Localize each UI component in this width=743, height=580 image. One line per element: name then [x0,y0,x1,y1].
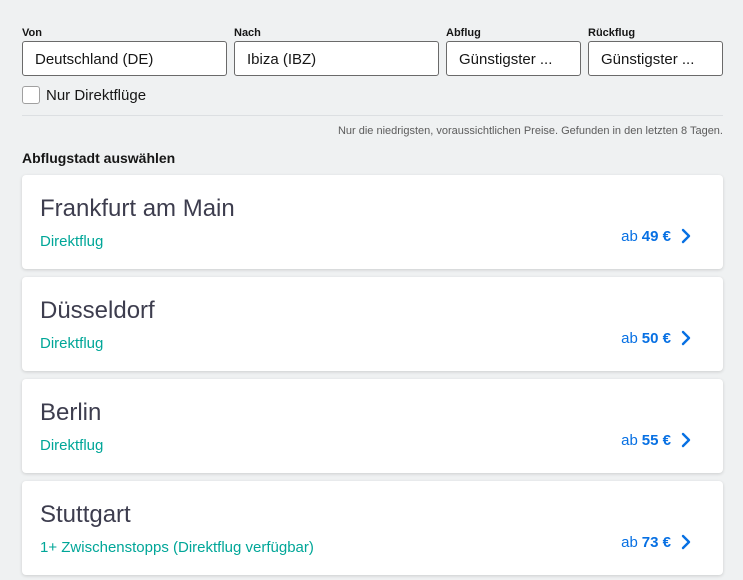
price-amount: 55 € [641,432,671,449]
depart-date-field[interactable]: Günstigster ... [446,41,581,76]
city-card-berlin[interactable]: Berlin Direktflug ab 55 € [22,379,723,473]
chevron-right-icon [681,330,691,346]
price-disclaimer: Nur die niedrigsten, voraussichtlichen P… [337,125,723,137]
stops-info: Direktflug [40,437,104,454]
return-label: Rückflug [588,27,636,39]
price-prefix: ab [621,534,638,551]
chevron-right-icon [681,432,691,448]
direct-only-checkbox[interactable] [22,86,40,104]
divider [22,115,723,116]
price-amount: 73 € [641,534,671,551]
stops-info: Direktflug [40,335,104,352]
section-title: Abflugstadt auswählen [22,150,176,166]
city-card-duesseldorf[interactable]: Düsseldorf Direktflug ab 50 € [22,277,723,371]
stops-info: Direktflug [40,233,104,250]
to-label: Nach [234,27,261,39]
chevron-right-icon [681,228,691,244]
depart-label: Abflug [446,27,481,39]
price-prefix: ab [621,330,638,347]
from-label: Von [22,27,42,39]
city-name: Stuttgart [40,501,131,528]
from-field[interactable]: Deutschland (DE) [22,41,227,76]
direct-only-label: Nur Direktflüge [46,86,147,104]
city-name: Berlin [40,399,102,426]
stops-info: 1+ Zwischenstopps (Direktflug verfügbar) [40,539,314,556]
price-amount: 49 € [641,228,671,245]
price: ab 49 € [621,228,671,245]
price-amount: 50 € [641,330,671,347]
price-prefix: ab [621,228,638,245]
city-name: Düsseldorf [40,297,155,324]
to-field[interactable]: Ibiza (IBZ) [234,41,439,76]
price: ab 55 € [621,432,671,449]
city-card-stuttgart[interactable]: Stuttgart 1+ Zwischenstopps (Direktflug … [22,481,723,575]
price: ab 73 € [621,534,671,551]
return-date-field[interactable]: Günstigster ... [588,41,723,76]
price-prefix: ab [621,432,638,449]
direct-only-toggle[interactable]: Nur Direktflüge [22,86,146,104]
chevron-right-icon [681,534,691,550]
city-card-frankfurt[interactable]: Frankfurt am Main Direktflug ab 49 € [22,175,723,269]
city-name: Frankfurt am Main [40,195,235,222]
price: ab 50 € [621,330,671,347]
